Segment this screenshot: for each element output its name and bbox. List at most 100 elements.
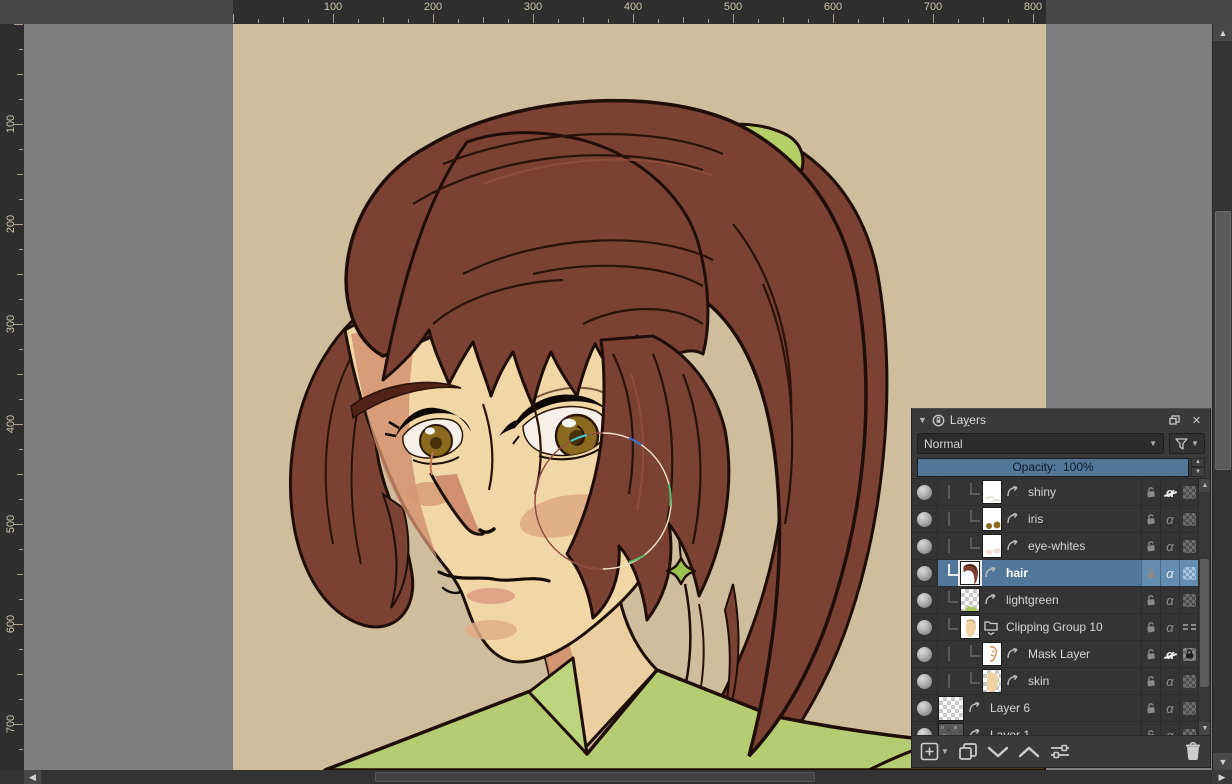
layer-inherit-alpha-toggle[interactable] [1179, 587, 1198, 613]
layers-list-scrollbar[interactable]: ▲ ▼ [1198, 479, 1210, 735]
docker-collapse-caret-icon[interactable]: ▼ [918, 415, 927, 425]
layer-inherit-alpha-toggle[interactable] [1179, 533, 1198, 559]
layer-alpha-lock-toggle[interactable]: α [1160, 587, 1179, 613]
layer-thumbnail[interactable] [982, 669, 1002, 693]
tree-guide [938, 479, 960, 505]
layer-visibility-toggle[interactable] [912, 506, 938, 532]
canvas-horizontal-scrollbar[interactable]: ◀ [24, 770, 1212, 784]
layer-lock-toggle[interactable] [1141, 695, 1160, 721]
layer-visibility-toggle[interactable] [912, 479, 938, 505]
layer-row[interactable]: Layer 6α [912, 695, 1198, 722]
ruler-tick [19, 499, 23, 500]
layer-inherit-alpha-toggle[interactable] [1179, 722, 1198, 735]
layer-alpha-lock-toggle[interactable]: α [1160, 695, 1179, 721]
layer-row[interactable]: lightgreenα [912, 587, 1198, 614]
opacity-slider[interactable]: Opacity: 100% [917, 458, 1189, 477]
horizontal-scrollbar-thumb[interactable] [375, 772, 815, 782]
layer-lock-toggle[interactable] [1141, 479, 1160, 505]
scroll-up-button[interactable]: ▲ [1213, 24, 1232, 41]
layer-alpha-lock-toggle[interactable]: α [1160, 722, 1179, 735]
delete-layer-button[interactable] [1184, 742, 1202, 761]
layer-alpha-lock-toggle[interactable]: α [1160, 668, 1179, 694]
layer-thumbnail[interactable] [938, 723, 964, 736]
layer-row[interactable]: hairα [912, 560, 1198, 587]
layer-visibility-toggle[interactable] [912, 587, 938, 613]
layer-thumbnail[interactable] [982, 534, 1002, 558]
inherit-alpha-checker-icon [1183, 567, 1196, 580]
add-layer-button[interactable]: ▼ [920, 742, 949, 761]
layer-lock-toggle[interactable] [1141, 506, 1160, 532]
layer-inherit-alpha-toggle[interactable] [1179, 668, 1198, 694]
layer-alpha-lock-toggle[interactable]: α [1160, 479, 1179, 505]
layer-lock-toggle[interactable] [1141, 668, 1160, 694]
layer-visibility-toggle[interactable] [912, 695, 938, 721]
scroll-down-button[interactable]: ▼ [1213, 753, 1232, 770]
opacity-value-label: Opacity: 100% [1012, 460, 1093, 474]
close-docker-icon[interactable]: ✕ [1189, 414, 1204, 427]
layer-filter-button[interactable]: ▼ [1169, 433, 1205, 454]
duplicate-layer-button[interactable] [958, 742, 978, 761]
layer-lock-toggle[interactable] [1141, 533, 1160, 559]
ruler-tick [483, 17, 484, 23]
canvas-vertical-scrollbar[interactable]: ▲ ▼ [1212, 24, 1232, 770]
layer-alpha-lock-toggle[interactable]: α [1160, 533, 1179, 559]
layer-lock-toggle[interactable] [1141, 614, 1160, 640]
layer-inherit-alpha-toggle[interactable] [1179, 695, 1198, 721]
tree-guide [938, 587, 960, 613]
layer-visibility-toggle[interactable] [912, 641, 938, 667]
layer-inherit-alpha-toggle[interactable] [1179, 614, 1198, 640]
layer-thumbnail[interactable] [982, 642, 1002, 666]
layer-alpha-lock-toggle[interactable]: α [1160, 560, 1179, 586]
move-layer-down-button[interactable] [987, 745, 1009, 759]
layer-alpha-lock-toggle[interactable]: α [1160, 506, 1179, 532]
layer-thumbnail[interactable] [960, 588, 980, 612]
scroll-down-button[interactable]: ▼ [1199, 722, 1210, 735]
move-layer-up-button[interactable] [1018, 745, 1040, 759]
layer-row[interactable]: skinα [912, 668, 1198, 695]
vertical-scrollbar-thumb[interactable] [1215, 211, 1231, 470]
layers-scrollbar-thumb[interactable] [1200, 559, 1209, 687]
layer-properties-button[interactable] [1049, 744, 1071, 760]
layers-docker-titlebar[interactable]: ▼ Layers ✕ [912, 409, 1210, 431]
scroll-up-button[interactable]: ▲ [1199, 479, 1210, 492]
layer-lock-toggle[interactable] [1141, 587, 1160, 613]
layer-inherit-alpha-toggle[interactable] [1179, 641, 1198, 667]
layer-visibility-toggle[interactable] [912, 668, 938, 694]
layer-row[interactable]: Mask Layerα [912, 641, 1198, 668]
layer-lock-toggle[interactable] [1141, 722, 1160, 735]
layer-thumbnail[interactable] [960, 615, 980, 639]
layer-row[interactable]: eye-whites α [912, 533, 1198, 560]
layer-inherit-alpha-toggle[interactable] [1179, 479, 1198, 505]
layer-name: eye-whites [1028, 539, 1085, 553]
blend-mode-select[interactable]: Normal ▼ [917, 433, 1164, 454]
layer-visibility-toggle[interactable] [912, 560, 938, 586]
opacity-increment-button[interactable]: ▲ [1191, 458, 1205, 468]
inherit-alpha-checker-icon [1183, 540, 1196, 553]
layer-thumbnail[interactable] [982, 480, 1002, 504]
layer-inherit-alpha-toggle[interactable] [1179, 506, 1198, 532]
layer-lock-toggle[interactable] [1141, 641, 1160, 667]
layer-alpha-lock-toggle[interactable]: α [1160, 614, 1179, 640]
float-docker-icon[interactable] [1169, 415, 1184, 425]
opacity-decrement-button[interactable]: ▼ [1191, 467, 1205, 477]
scroll-right-button[interactable]: ▶ [1212, 770, 1232, 784]
alpha-icon: α [1166, 621, 1173, 634]
layer-thumbnail[interactable] [960, 561, 980, 585]
docker-lock-icon[interactable] [932, 414, 945, 427]
layer-row[interactable]: Clipping Group 10α [912, 614, 1198, 641]
layer-alpha-lock-toggle[interactable]: α [1160, 641, 1179, 667]
layer-thumbnail[interactable] [982, 507, 1002, 531]
layer-inherit-alpha-toggle[interactable] [1179, 560, 1198, 586]
layer-thumbnail[interactable] [938, 696, 964, 721]
alpha-icon: α [1166, 702, 1173, 715]
ruler-tick [1008, 19, 1009, 23]
layer-visibility-toggle[interactable] [912, 533, 938, 559]
layer-visibility-toggle[interactable] [912, 722, 938, 735]
layer-visibility-toggle[interactable] [912, 614, 938, 640]
layer-lock-toggle[interactable] [1141, 560, 1160, 586]
layer-row[interactable]: irisα [912, 506, 1198, 533]
scroll-left-button[interactable]: ◀ [24, 770, 41, 784]
ruler-tick [308, 19, 309, 23]
layer-row[interactable]: shinyα [912, 479, 1198, 506]
layer-row[interactable]: Layer 1α [912, 722, 1198, 735]
